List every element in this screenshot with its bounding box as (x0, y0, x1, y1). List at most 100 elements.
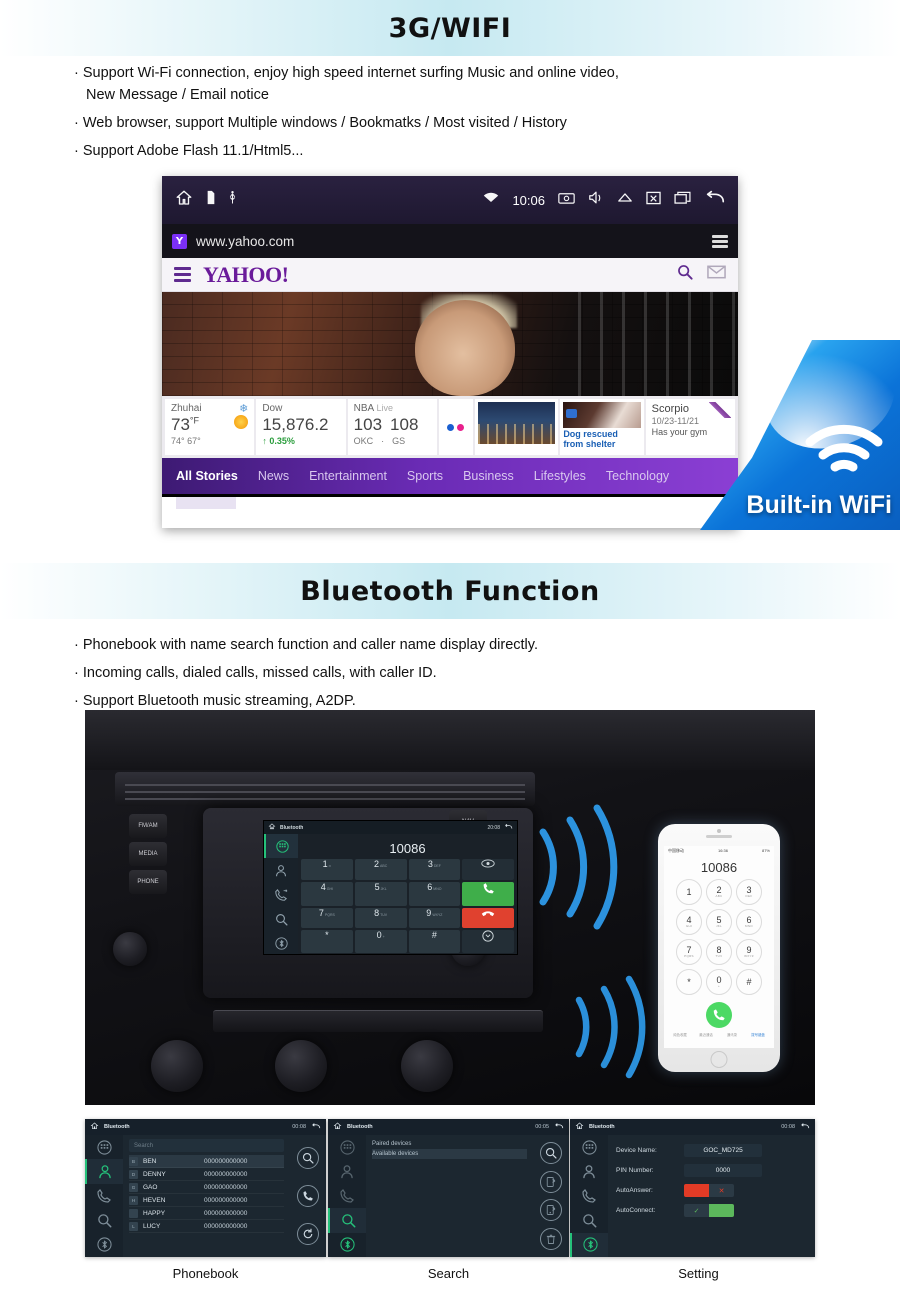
fm-am-button[interactable]: FM/AM (129, 814, 167, 838)
search-icon[interactable] (540, 1142, 562, 1165)
back-icon[interactable] (311, 1122, 321, 1132)
close-icon[interactable] (646, 191, 661, 210)
contacts-icon[interactable] (85, 1159, 123, 1184)
key-4[interactable]: 4 GHI (301, 881, 353, 906)
paired-devices-label[interactable]: Paired devices (372, 1139, 527, 1149)
home-icon[interactable] (268, 823, 276, 832)
transfer-icon[interactable] (462, 930, 514, 953)
contact-row[interactable]: G GAO 000000000000 (129, 1181, 284, 1194)
contacts-icon[interactable] (264, 858, 298, 882)
news-card[interactable]: Dog rescued from shelter (560, 399, 644, 455)
delete-icon[interactable] (540, 1227, 562, 1250)
call-icon[interactable] (297, 1185, 319, 1207)
nav-tab-lifestyles[interactable]: Lifestyles (534, 469, 586, 483)
call-icon[interactable] (706, 1002, 732, 1028)
auto-answer-toggle[interactable]: ✕ (684, 1184, 734, 1197)
back-icon[interactable] (800, 1122, 810, 1132)
tabs-icon[interactable] (712, 234, 728, 248)
call-log-icon[interactable] (264, 883, 298, 907)
key-hash[interactable]: # (408, 930, 461, 953)
contact-row[interactable]: H HEVEN 000000000000 (129, 1194, 284, 1207)
phone-tab-favorites[interactable]: 纯色收藏 (667, 1032, 693, 1037)
key-6[interactable]: 6 MNO (408, 881, 461, 906)
key-8[interactable]: 8 TUV (354, 907, 407, 929)
back-icon[interactable] (704, 190, 726, 211)
contacts-icon[interactable] (328, 1159, 366, 1183)
search-icon[interactable] (328, 1208, 366, 1233)
hangup-icon[interactable] (462, 907, 514, 929)
nav-tab-entertainment[interactable]: Entertainment (309, 469, 387, 483)
sports-card[interactable]: NBA Live 103 108 OKC · GS (347, 399, 437, 455)
back-icon[interactable] (504, 823, 513, 832)
backspace-icon[interactable] (462, 859, 514, 880)
contact-row[interactable]: L LUCY 000000000000 (129, 1220, 284, 1233)
contacts-icon[interactable] (570, 1159, 608, 1183)
call-log-icon[interactable] (85, 1184, 123, 1208)
dots-card[interactable] (438, 399, 473, 455)
call-icon[interactable] (462, 881, 514, 906)
home-button[interactable] (710, 1051, 728, 1068)
search-icon[interactable] (264, 907, 298, 931)
unpair-device-icon[interactable] (540, 1199, 562, 1222)
play-icon[interactable] (566, 409, 578, 418)
climate-knob-1[interactable] (151, 1040, 203, 1092)
phone-screen[interactable]: 中国移动 16:36 87% 10086 1 2 ABC 3 DEF 4 GHI 5J… (664, 846, 774, 1048)
home-icon[interactable] (333, 1122, 342, 1132)
pair-device-icon[interactable] (540, 1170, 562, 1193)
key-7[interactable]: 7 PQRS (301, 907, 353, 929)
phone-key-hash[interactable]: # (736, 969, 762, 995)
search-icon[interactable] (85, 1208, 123, 1232)
yahoo-logo[interactable]: YAHOO! (203, 262, 289, 288)
yahoo-hero-story[interactable]: Anger over motivational speaker's advice… (162, 292, 738, 396)
contact-row[interactable]: B BEN 000000000000 (129, 1155, 284, 1168)
browser-url-bar[interactable]: Y www.yahoo.com (162, 224, 738, 258)
contact-row[interactable]: HAPPY 000000000000 (129, 1207, 284, 1220)
phone-key-4[interactable]: 4 GHI (676, 909, 702, 935)
nav-tab-news[interactable]: News (258, 469, 289, 483)
key-star[interactable]: * (301, 930, 353, 953)
phone-tab-contacts[interactable]: 通讯录 (719, 1032, 745, 1037)
phone-key-2[interactable]: 2 ABC (706, 879, 732, 905)
climate-knob-2[interactable] (275, 1040, 327, 1092)
head-unit-screen[interactable]: Bluetooth 20:08 10086 1 ∞ 2 ABC 3 DEF 4 … (263, 820, 518, 955)
key-5[interactable]: 5 JKL (354, 881, 407, 906)
windows-icon[interactable] (674, 191, 691, 209)
mail-icon[interactable] (707, 265, 726, 284)
bluetooth-icon[interactable] (328, 1233, 366, 1257)
bluetooth-icon[interactable] (570, 1232, 608, 1257)
search-input[interactable]: Search (129, 1139, 284, 1152)
bluetooth-icon[interactable] (85, 1233, 123, 1257)
volume-icon[interactable] (588, 190, 604, 210)
nav-tab-sports[interactable]: Sports (407, 469, 443, 483)
phone-button[interactable]: PHONE (129, 870, 167, 894)
bluetooth-icon[interactable] (264, 932, 298, 954)
keypad-icon[interactable] (570, 1135, 608, 1159)
key-0[interactable]: 0 + (354, 930, 407, 953)
search-icon[interactable] (677, 264, 693, 285)
phone-key-star[interactable]: * (676, 969, 702, 995)
key-9[interactable]: 9 WXYZ (408, 907, 461, 929)
phone-key-9[interactable]: 9 WXYZ (736, 939, 762, 965)
phone-key-7[interactable]: 7 PQRS (676, 939, 702, 965)
volume-knob-left[interactable] (113, 932, 147, 966)
home-icon[interactable] (90, 1122, 99, 1132)
device-name-value[interactable]: GOC_MD725 (684, 1144, 762, 1157)
url-text[interactable]: www.yahoo.com (196, 234, 294, 249)
phone-tab-recents[interactable]: 最近通话 (693, 1032, 719, 1037)
auto-connect-toggle[interactable]: ✓ (684, 1204, 734, 1217)
key-1[interactable]: 1 ∞ (301, 859, 353, 880)
camera-icon[interactable] (558, 191, 575, 210)
stock-card[interactable]: Dow 15,876.2 ↑ 0.35% (256, 399, 346, 455)
nav-tab-business[interactable]: Business (463, 469, 514, 483)
eject-icon[interactable] (617, 191, 633, 209)
key-2[interactable]: 2 ABC (354, 859, 407, 880)
search-icon[interactable] (297, 1147, 319, 1169)
nav-tab-technology[interactable]: Technology (606, 469, 669, 483)
hamburger-icon[interactable] (174, 267, 191, 282)
refresh-icon[interactable] (297, 1223, 319, 1245)
photo-card[interactable] (474, 399, 559, 455)
contact-row[interactable]: D DENNY 000000000000 (129, 1168, 284, 1181)
call-log-icon[interactable] (570, 1184, 608, 1208)
phone-key-6[interactable]: 6 MNO (736, 909, 762, 935)
phone-key-0[interactable]: 0 + (706, 969, 732, 995)
